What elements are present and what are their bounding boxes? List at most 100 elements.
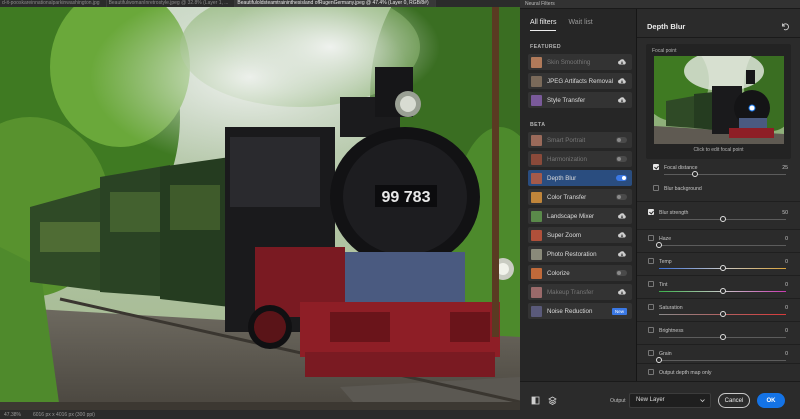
divider xyxy=(637,344,800,345)
chevron-down-icon xyxy=(700,399,705,403)
document-tab[interactable]: Beautifuloldsteamtraininthesisland ofRug… xyxy=(235,0,436,7)
filter-item-colorize[interactable]: Colorize xyxy=(528,265,632,281)
haze-checkbox[interactable] xyxy=(648,235,654,241)
filter-label: Landscape Mixer xyxy=(547,212,595,220)
filter-thumbnail xyxy=(531,153,542,165)
filter-item-super-zoom[interactable]: Super Zoom xyxy=(528,227,632,243)
cloud-download-icon[interactable] xyxy=(617,212,627,220)
divider xyxy=(637,229,800,230)
cloud-download-icon[interactable] xyxy=(617,288,627,296)
haze-slider[interactable] xyxy=(656,242,662,248)
filter-thumbnail xyxy=(531,210,542,222)
brightness-slider[interactable] xyxy=(719,334,726,340)
blur-strength-slider[interactable] xyxy=(719,216,726,222)
filter-item-skin-smoothing[interactable]: Skin Smoothing xyxy=(528,54,632,70)
brightness-value[interactable]: 0 xyxy=(785,328,788,334)
saturation-checkbox[interactable] xyxy=(648,304,654,310)
brightness-checkbox[interactable] xyxy=(648,327,654,333)
grain-track[interactable] xyxy=(659,360,786,361)
filter-thumbnail xyxy=(531,305,542,317)
filter-toggle[interactable] xyxy=(616,270,627,276)
haze-value[interactable]: 0 xyxy=(785,236,788,242)
grain-value[interactable]: 0 xyxy=(785,351,788,357)
filter-item-makeup-transfer[interactable]: Makeup Transfer xyxy=(528,284,632,300)
blur-background-checkbox[interactable] xyxy=(653,185,659,191)
filter-toggle[interactable] xyxy=(616,194,627,200)
filter-thumbnail xyxy=(531,134,542,146)
cloud-download-icon[interactable] xyxy=(617,96,627,104)
document-tabs: d-it-pooskareinnationalparkinwashington.… xyxy=(0,0,520,7)
blur-strength-value[interactable]: 50 xyxy=(782,210,788,216)
filter-item-harmonization[interactable]: Harmonization xyxy=(528,151,632,167)
filter-toggle[interactable] xyxy=(616,137,627,143)
output-label: Output xyxy=(610,398,626,404)
filter-label: Super Zoom xyxy=(547,231,582,239)
panel-title: Neural Filters xyxy=(520,0,800,9)
filter-label: Photo Restoration xyxy=(547,250,597,258)
focal-distance-slider[interactable] xyxy=(691,171,698,177)
filter-item-color-transfer[interactable]: Color Transfer xyxy=(528,189,632,205)
filter-thumbnail xyxy=(531,56,542,68)
filter-item-jpeg-artifacts-removal[interactable]: JPEG Artifacts Removal xyxy=(528,73,632,89)
output-depth-map-checkbox[interactable] xyxy=(648,369,654,375)
filter-list-panel: All filters Wait list FEATURED Skin Smoo… xyxy=(520,9,637,381)
focal-point-box: Focal point Click to edit focal point xyxy=(646,44,791,159)
temp-value[interactable]: 0 xyxy=(785,259,788,265)
filter-label: Colorize xyxy=(547,269,570,277)
temp-checkbox[interactable] xyxy=(648,258,654,264)
output-depth-map-label: Output depth map only xyxy=(659,370,712,376)
filter-tabs: All filters Wait list xyxy=(530,19,593,31)
cloud-download-icon[interactable] xyxy=(617,58,627,66)
document-tab[interactable]: BeautifulwomanInretrostyle.jpeg @ 32.8% … xyxy=(107,0,236,7)
saturation-slider[interactable] xyxy=(719,311,726,317)
grain-label: Grain xyxy=(659,351,672,357)
focal-distance-track[interactable] xyxy=(664,174,786,175)
filter-toggle[interactable] xyxy=(616,156,627,162)
filter-item-noise-reduction[interactable]: Noise Reduction New xyxy=(528,303,632,319)
tint-value[interactable]: 0 xyxy=(785,282,788,288)
filter-label: Color Transfer xyxy=(547,193,587,201)
focal-distance-checkbox[interactable] xyxy=(653,164,659,170)
panel-footer: Output New Layer Cancel OK xyxy=(520,381,800,419)
focal-point-preview[interactable] xyxy=(654,56,784,144)
tab-wait-list[interactable]: Wait list xyxy=(568,19,592,31)
temp-slider[interactable] xyxy=(719,265,726,271)
ok-button[interactable]: OK xyxy=(757,393,785,408)
tint-checkbox[interactable] xyxy=(648,281,654,287)
filter-item-style-transfer[interactable]: Style Transfer xyxy=(528,92,632,108)
divider xyxy=(637,252,800,253)
layers-icon[interactable] xyxy=(548,396,557,405)
saturation-value[interactable]: 0 xyxy=(785,305,788,311)
image-canvas[interactable]: 99 783 xyxy=(0,7,520,410)
compare-icon[interactable] xyxy=(531,396,540,405)
filter-item-landscape-mixer[interactable]: Landscape Mixer xyxy=(528,208,632,224)
reset-icon[interactable] xyxy=(780,21,790,31)
filter-item-depth-blur[interactable]: Depth Blur xyxy=(528,170,632,186)
divider xyxy=(637,37,800,38)
train-photo: 99 783 xyxy=(0,7,520,410)
blur-strength-checkbox[interactable] xyxy=(648,209,654,215)
blur-background-label: Blur background xyxy=(664,186,702,192)
filter-item-photo-restoration[interactable]: Photo Restoration xyxy=(528,246,632,262)
divider xyxy=(637,201,800,202)
focal-distance-label: Focal distance xyxy=(664,165,698,171)
cloud-download-icon[interactable] xyxy=(617,231,627,239)
cloud-download-icon[interactable] xyxy=(617,77,627,85)
filter-toggle[interactable] xyxy=(616,175,627,181)
zoom-level[interactable]: 47.38% xyxy=(4,412,21,418)
haze-track[interactable] xyxy=(659,245,786,246)
cloud-download-icon[interactable] xyxy=(617,250,627,258)
tab-all-filters[interactable]: All filters xyxy=(530,19,557,31)
filter-item-smart-portrait[interactable]: Smart Portrait xyxy=(528,132,632,148)
filter-label: Makeup Transfer xyxy=(547,288,594,296)
document-size: 6016 px x 4016 px (300 ppi) xyxy=(32,411,95,418)
document-tab[interactable]: d-it-pooskareinnationalparkinwashington.… xyxy=(0,0,107,7)
tint-slider[interactable] xyxy=(719,288,726,294)
focal-distance-value[interactable]: 25 xyxy=(782,165,788,171)
output-select-value: New Layer xyxy=(636,397,665,403)
document-status-bar: 47.38% 6016 px x 4016 px (300 ppi) xyxy=(0,410,520,419)
cancel-button[interactable]: Cancel xyxy=(718,393,750,408)
grain-checkbox[interactable] xyxy=(648,350,654,356)
filter-label: Style Transfer xyxy=(547,96,586,104)
output-select[interactable]: New Layer xyxy=(629,393,711,408)
